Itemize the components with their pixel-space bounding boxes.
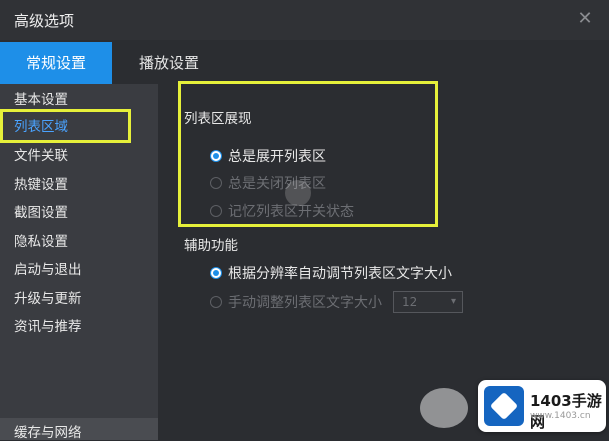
tab-bar: 常规设置 播放设置 bbox=[0, 42, 609, 84]
watermark-icon bbox=[285, 180, 311, 206]
radio-unchecked-icon bbox=[210, 177, 222, 189]
sidebar-item-news[interactable]: 资讯与推荐 bbox=[14, 315, 154, 339]
radio-label: 根据分辨率自动调节列表区文字大小 bbox=[228, 266, 452, 282]
section-title-list-display: 列表区展现 bbox=[184, 111, 252, 127]
radio-unchecked-icon bbox=[210, 296, 222, 308]
title-bar: 高级选项 ✕ bbox=[0, 0, 609, 40]
sidebar-item-file-association[interactable]: 文件关联 bbox=[14, 144, 154, 168]
radio-remember-state[interactable]: 记忆列表区开关状态 bbox=[210, 200, 354, 222]
radio-auto-font-size[interactable]: 根据分辨率自动调节列表区文字大小 bbox=[210, 262, 452, 284]
radio-label: 手动调整列表区文字大小 bbox=[228, 295, 382, 311]
radio-unchecked-icon bbox=[210, 205, 222, 217]
logo-subtext: www.1403.cn bbox=[530, 411, 591, 421]
sidebar-item-hotkeys[interactable]: 热键设置 bbox=[14, 173, 154, 197]
sidebar-item-screenshot[interactable]: 截图设置 bbox=[14, 201, 154, 225]
radio-always-expand[interactable]: 总是展开列表区 bbox=[210, 145, 326, 167]
radio-checked-icon bbox=[210, 267, 222, 279]
cube-icon bbox=[484, 386, 524, 426]
site-logo: 1403手游网 www.1403.cn bbox=[478, 380, 606, 432]
font-size-value: 12 bbox=[402, 295, 418, 309]
tab-playback-settings[interactable]: 播放设置 bbox=[124, 42, 214, 84]
radio-label: 总是关闭列表区 bbox=[228, 176, 326, 192]
radio-label: 总是展开列表区 bbox=[228, 149, 326, 165]
window-title: 高级选项 bbox=[14, 12, 75, 30]
section-title-assist: 辅助功能 bbox=[184, 238, 238, 254]
chevron-down-icon: ▾ bbox=[450, 296, 456, 307]
close-icon[interactable]: ✕ bbox=[575, 9, 595, 29]
sidebar-item-startup-exit[interactable]: 启动与退出 bbox=[14, 258, 154, 282]
radio-manual-font-size[interactable]: 手动调整列表区文字大小 bbox=[210, 291, 382, 313]
sidebar-item-privacy[interactable]: 隐私设置 bbox=[14, 230, 154, 254]
watermark-icon bbox=[420, 388, 468, 428]
sidebar-item-upgrade[interactable]: 升级与更新 bbox=[14, 287, 154, 311]
sidebar-item-label: 缓存与网络 bbox=[14, 425, 82, 441]
sidebar-item-cache-network[interactable]: 缓存与网络 bbox=[0, 418, 158, 441]
highlight-box-sidebar bbox=[0, 109, 131, 143]
radio-checked-icon bbox=[210, 150, 222, 162]
font-size-select[interactable]: 12 ▾ bbox=[393, 291, 463, 313]
tab-general-settings[interactable]: 常规设置 bbox=[0, 42, 112, 84]
